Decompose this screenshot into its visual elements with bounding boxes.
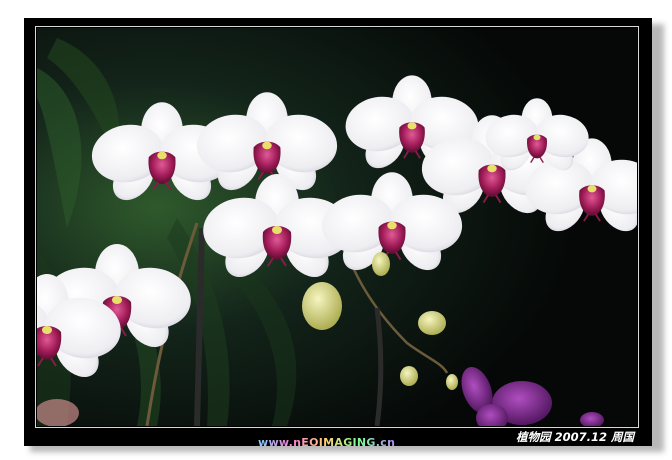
orchid-photo	[35, 26, 639, 428]
watermark-text: www.nEOIMAGING.cn	[258, 436, 396, 449]
orchid-illustration	[37, 28, 637, 426]
photo-caption: 植物园 2007.12 周国	[516, 430, 634, 444]
